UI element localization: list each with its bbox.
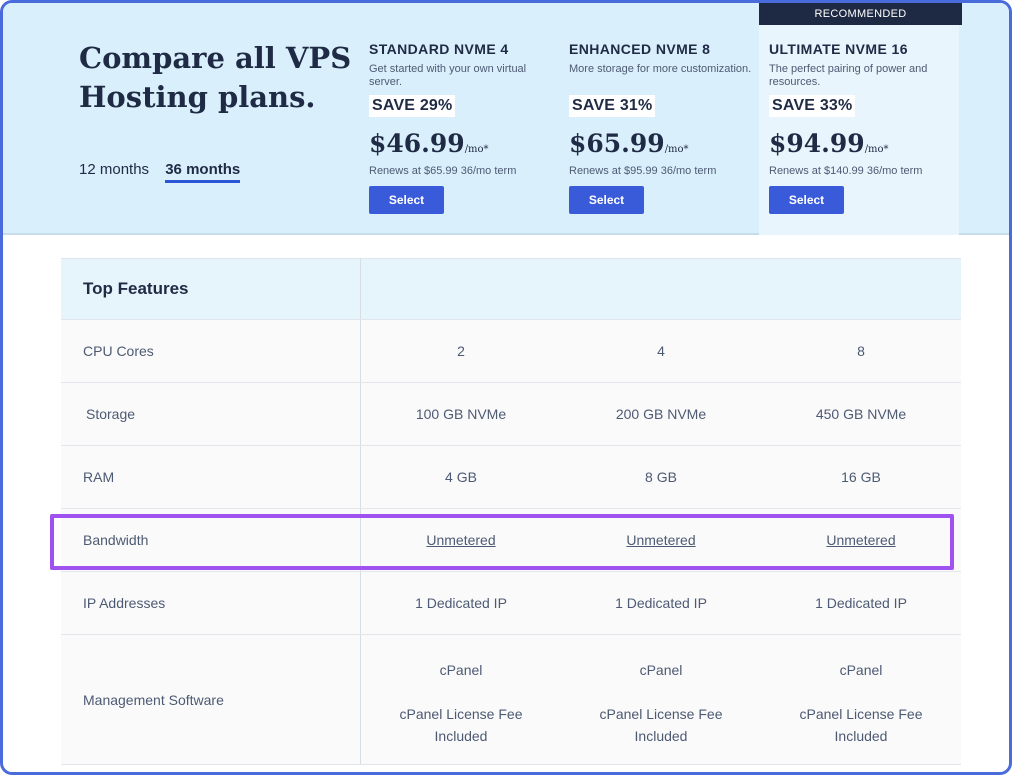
price-row: $94.99/mo* bbox=[769, 129, 959, 163]
cell-standard: 100 GB NVMe bbox=[415, 406, 507, 422]
cell-enhanced: 1 Dedicated IP bbox=[615, 595, 707, 611]
plan-enhanced-nvme-8: ENHANCED NVME 8 More storage for more cu… bbox=[559, 3, 759, 235]
cell-standard: 2 bbox=[457, 343, 465, 359]
license-note: cPanel License Fee bbox=[799, 706, 923, 722]
license-note: cPanel License Fee bbox=[399, 706, 523, 722]
table-header-title: Top Features bbox=[61, 259, 361, 319]
save-badge: SAVE 33% bbox=[769, 95, 856, 117]
unmetered-link[interactable]: Unmetered bbox=[826, 532, 895, 548]
plan-name: STANDARD NVME 4 bbox=[369, 41, 509, 57]
cell-enhanced: 8 GB bbox=[645, 469, 677, 485]
license-note-included: Included bbox=[634, 728, 688, 744]
recommended-badge: RECOMMENDED bbox=[759, 3, 962, 25]
price-row: $65.99/mo* bbox=[569, 129, 759, 163]
cell-ultimate: cPanel cPanel License Fee Included bbox=[761, 635, 961, 764]
row-label: RAM bbox=[61, 446, 361, 508]
plans-header: Compare all VPS Hosting plans. 12 months… bbox=[3, 3, 1009, 235]
select-button-ultimate[interactable]: Select bbox=[769, 186, 844, 214]
table-row-storage: Storage 100 GB NVMe 200 GB NVMe 450 GB N… bbox=[61, 383, 961, 446]
plan-name: ENHANCED NVME 8 bbox=[569, 41, 711, 57]
cell-enhanced: Unmetered bbox=[561, 509, 761, 571]
plan-price: $65.99 bbox=[569, 129, 665, 158]
cell-standard: 1 Dedicated IP bbox=[415, 595, 507, 611]
software-name: cPanel bbox=[439, 662, 483, 678]
plan-description: Get started with your own virtual server… bbox=[369, 63, 527, 88]
plan-description: More storage for more customization. bbox=[569, 63, 752, 75]
license-note: cPanel License Fee bbox=[599, 706, 723, 722]
plan-price: $46.99 bbox=[369, 129, 465, 158]
save-badge: SAVE 29% bbox=[369, 95, 456, 117]
select-button-enhanced[interactable]: Select bbox=[569, 186, 644, 214]
software-name: cPanel bbox=[639, 662, 683, 678]
cell-standard: cPanel cPanel License Fee Included bbox=[361, 635, 561, 764]
cell-standard: Unmetered bbox=[361, 509, 561, 571]
cell-enhanced: 4 bbox=[657, 343, 665, 359]
unmetered-link[interactable]: Unmetered bbox=[626, 532, 695, 548]
plan-name: ULTIMATE NVME 16 bbox=[769, 41, 908, 57]
price-unit: /mo* bbox=[464, 144, 489, 155]
select-button-standard[interactable]: Select bbox=[369, 186, 444, 214]
price-unit: /mo* bbox=[664, 144, 689, 155]
license-note-included: Included bbox=[834, 728, 888, 744]
renewal-text: Renews at $140.99 36/mo term bbox=[769, 165, 923, 177]
cell-ultimate: 1 Dedicated IP bbox=[815, 595, 907, 611]
cell-ultimate: 450 GB NVMe bbox=[815, 406, 907, 422]
plan-standard-nvme-4: STANDARD NVME 4 Get started with your ow… bbox=[359, 3, 559, 235]
table-header: Top Features bbox=[61, 258, 961, 320]
cell-standard: 4 GB bbox=[445, 469, 477, 485]
table-row-bandwidth: Bandwidth Unmetered Unmetered Unmetered bbox=[61, 509, 961, 572]
cell-ultimate: 8 bbox=[857, 343, 865, 359]
license-note-included: Included bbox=[434, 728, 488, 744]
plan-price: $94.99 bbox=[769, 129, 865, 158]
cell-enhanced: cPanel cPanel License Fee Included bbox=[561, 635, 761, 764]
renewal-text: Renews at $65.99 36/mo term bbox=[369, 165, 517, 177]
features-table: Top Features CPU Cores 2 4 8 Storage 100… bbox=[61, 258, 961, 765]
row-label: Bandwidth bbox=[61, 509, 361, 571]
term-36-months[interactable]: 36 months bbox=[165, 161, 241, 183]
term-12-months[interactable]: 12 months bbox=[79, 161, 149, 178]
row-label: CPU Cores bbox=[61, 320, 361, 382]
page-title: Compare all VPS Hosting plans. bbox=[79, 41, 352, 114]
plan-ultimate-nvme-16: RECOMMENDED ULTIMATE NVME 16 The perfect… bbox=[759, 3, 962, 235]
row-label: Management Software bbox=[61, 635, 361, 764]
price-row: $46.99/mo* bbox=[369, 129, 559, 163]
plan-description: The perfect pairing of power and resourc… bbox=[769, 63, 928, 88]
renewal-text: Renews at $95.99 36/mo term bbox=[569, 165, 717, 177]
table-row-ip-addresses: IP Addresses 1 Dedicated IP 1 Dedicated … bbox=[61, 572, 961, 635]
unmetered-link[interactable]: Unmetered bbox=[426, 532, 495, 548]
cell-ultimate: Unmetered bbox=[761, 509, 961, 571]
cell-ultimate: 16 GB bbox=[841, 469, 881, 485]
row-label: Storage bbox=[61, 383, 361, 445]
term-toggle: 12 months 36 months bbox=[79, 161, 252, 183]
page-frame: Compare all VPS Hosting plans. 12 months… bbox=[0, 0, 1012, 775]
software-name: cPanel bbox=[839, 662, 883, 678]
table-row-ram: RAM 4 GB 8 GB 16 GB bbox=[61, 446, 961, 509]
save-badge: SAVE 31% bbox=[569, 95, 656, 117]
row-label: IP Addresses bbox=[61, 572, 361, 634]
price-unit: /mo* bbox=[864, 144, 889, 155]
table-row-cpu-cores: CPU Cores 2 4 8 bbox=[61, 320, 961, 383]
cell-enhanced: 200 GB NVMe bbox=[615, 406, 707, 422]
table-row-management-software: Management Software cPanel cPanel Licens… bbox=[61, 635, 961, 765]
